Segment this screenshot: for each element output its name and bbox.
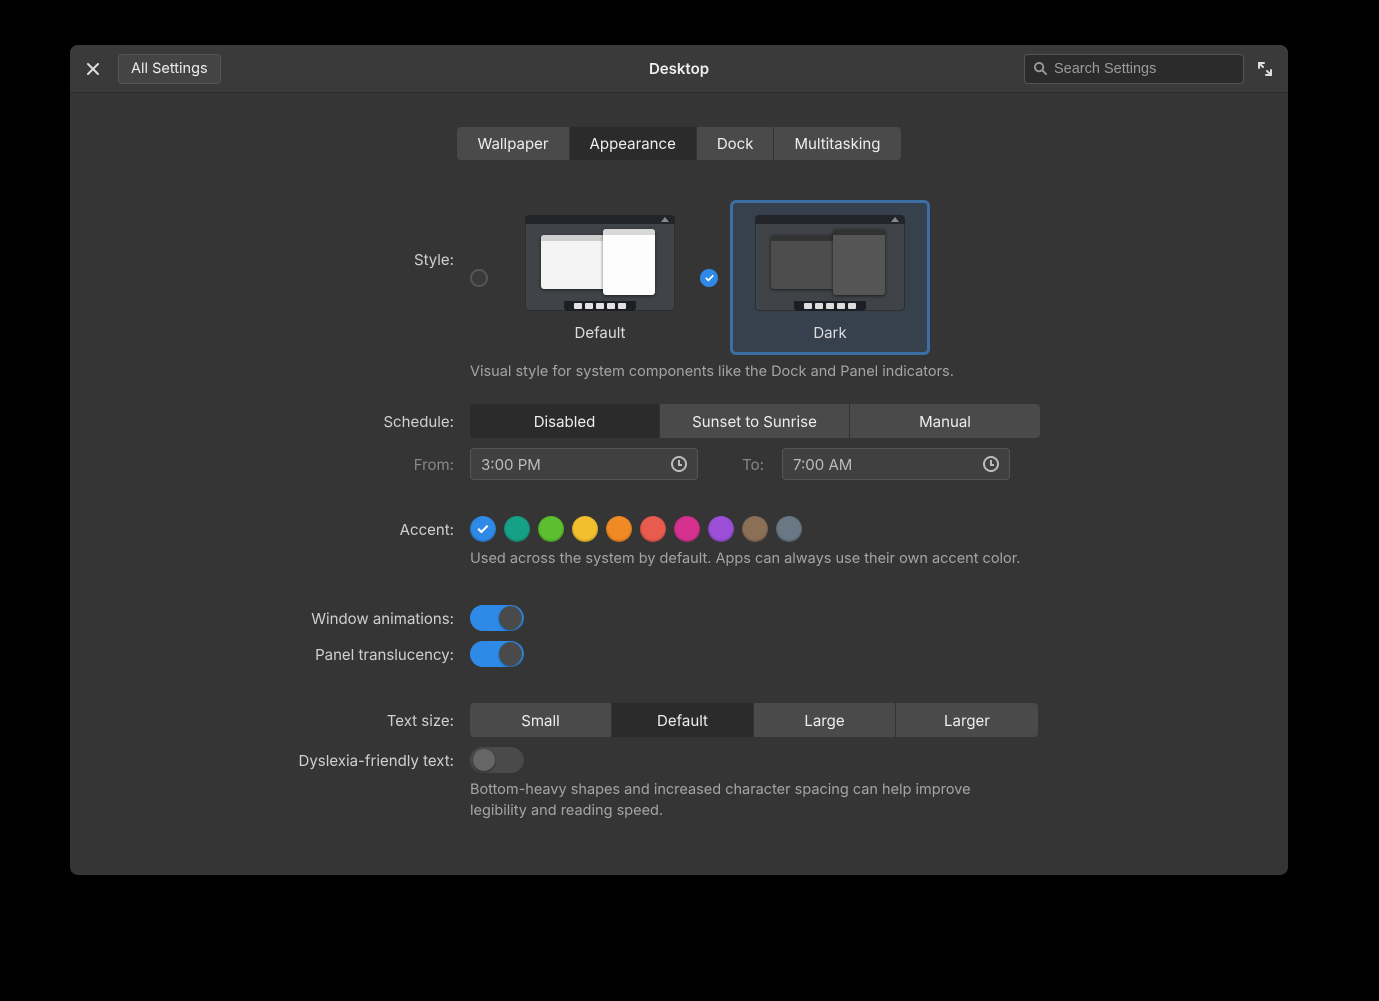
accent-red[interactable] <box>640 516 666 542</box>
text-size-small[interactable]: Small <box>470 703 612 737</box>
to-time-value: 7:00 AM <box>793 455 852 474</box>
accent-teal[interactable] <box>504 516 530 542</box>
to-label: To: <box>716 455 764 474</box>
accent-label: Accent: <box>170 520 470 539</box>
schedule-segmented: Disabled Sunset to Sunrise Manual <box>470 404 1040 438</box>
clock-icon <box>983 456 999 472</box>
tab-multitasking[interactable]: Multitasking <box>774 127 900 160</box>
search-input[interactable] <box>1054 61 1241 77</box>
window-animations-label: Window animations: <box>170 609 470 628</box>
search-icon <box>1033 61 1048 76</box>
close-button[interactable] <box>82 58 104 80</box>
style-default-preview <box>525 215 675 311</box>
accent-description: Used across the system by default. Apps … <box>470 548 1020 569</box>
style-label: Style: <box>170 200 470 269</box>
style-description: Visual style for system components like … <box>470 361 954 382</box>
schedule-manual[interactable]: Manual <box>850 404 1040 438</box>
schedule-disabled[interactable]: Disabled <box>470 404 660 438</box>
maximize-button[interactable] <box>1254 58 1276 80</box>
text-size-default[interactable]: Default <box>612 703 754 737</box>
all-settings-button[interactable]: All Settings <box>118 54 221 84</box>
titlebar: All Settings Desktop <box>70 45 1288 93</box>
from-label: From: <box>170 455 470 474</box>
dyslexia-label: Dyslexia-friendly text: <box>170 751 470 770</box>
panel-translucency-label: Panel translucency: <box>170 645 470 664</box>
all-settings-label: All Settings <box>131 60 208 77</box>
tab-dock[interactable]: Dock <box>697 127 775 160</box>
dyslexia-description: Bottom-heavy shapes and increased charac… <box>470 779 1030 821</box>
clock-icon <box>671 456 687 472</box>
accent-brown[interactable] <box>742 516 768 542</box>
accent-slate[interactable] <box>776 516 802 542</box>
tab-appearance[interactable]: Appearance <box>570 127 697 160</box>
style-dark-card[interactable]: Dark <box>730 200 930 355</box>
search-field[interactable] <box>1024 54 1244 84</box>
accent-purple[interactable] <box>708 516 734 542</box>
from-time-input[interactable]: 3:00 PM <box>470 448 698 480</box>
schedule-sunset[interactable]: Sunset to Sunrise <box>660 404 850 438</box>
panel-translucency-toggle[interactable] <box>470 641 524 667</box>
from-time-value: 3:00 PM <box>481 455 541 474</box>
accent-swatches <box>470 516 802 542</box>
dyslexia-toggle[interactable] <box>470 747 524 773</box>
style-dark-name: Dark <box>745 323 915 342</box>
accent-green[interactable] <box>538 516 564 542</box>
to-time-input[interactable]: 7:00 AM <box>782 448 1010 480</box>
settings-window: All Settings Desktop Wallpaper Appearanc… <box>70 45 1288 875</box>
style-dark-preview <box>755 215 905 311</box>
accent-blue[interactable] <box>470 516 496 542</box>
accent-pink[interactable] <box>674 516 700 542</box>
schedule-label: Schedule: <box>170 412 470 431</box>
style-default-name: Default <box>515 323 685 342</box>
text-size-label: Text size: <box>170 711 470 730</box>
tab-wallpaper[interactable]: Wallpaper <box>457 127 569 160</box>
text-size-large[interactable]: Large <box>754 703 896 737</box>
tab-bar: Wallpaper Appearance Dock Multitasking <box>70 127 1288 160</box>
window-animations-toggle[interactable] <box>470 605 524 631</box>
style-default-card[interactable]: Default <box>500 200 700 355</box>
style-dark-radio[interactable] <box>700 269 718 287</box>
accent-yellow[interactable] <box>572 516 598 542</box>
text-size-larger[interactable]: Larger <box>896 703 1038 737</box>
accent-orange[interactable] <box>606 516 632 542</box>
text-size-segmented: Small Default Large Larger <box>470 703 1038 737</box>
style-default-radio[interactable] <box>470 269 488 287</box>
